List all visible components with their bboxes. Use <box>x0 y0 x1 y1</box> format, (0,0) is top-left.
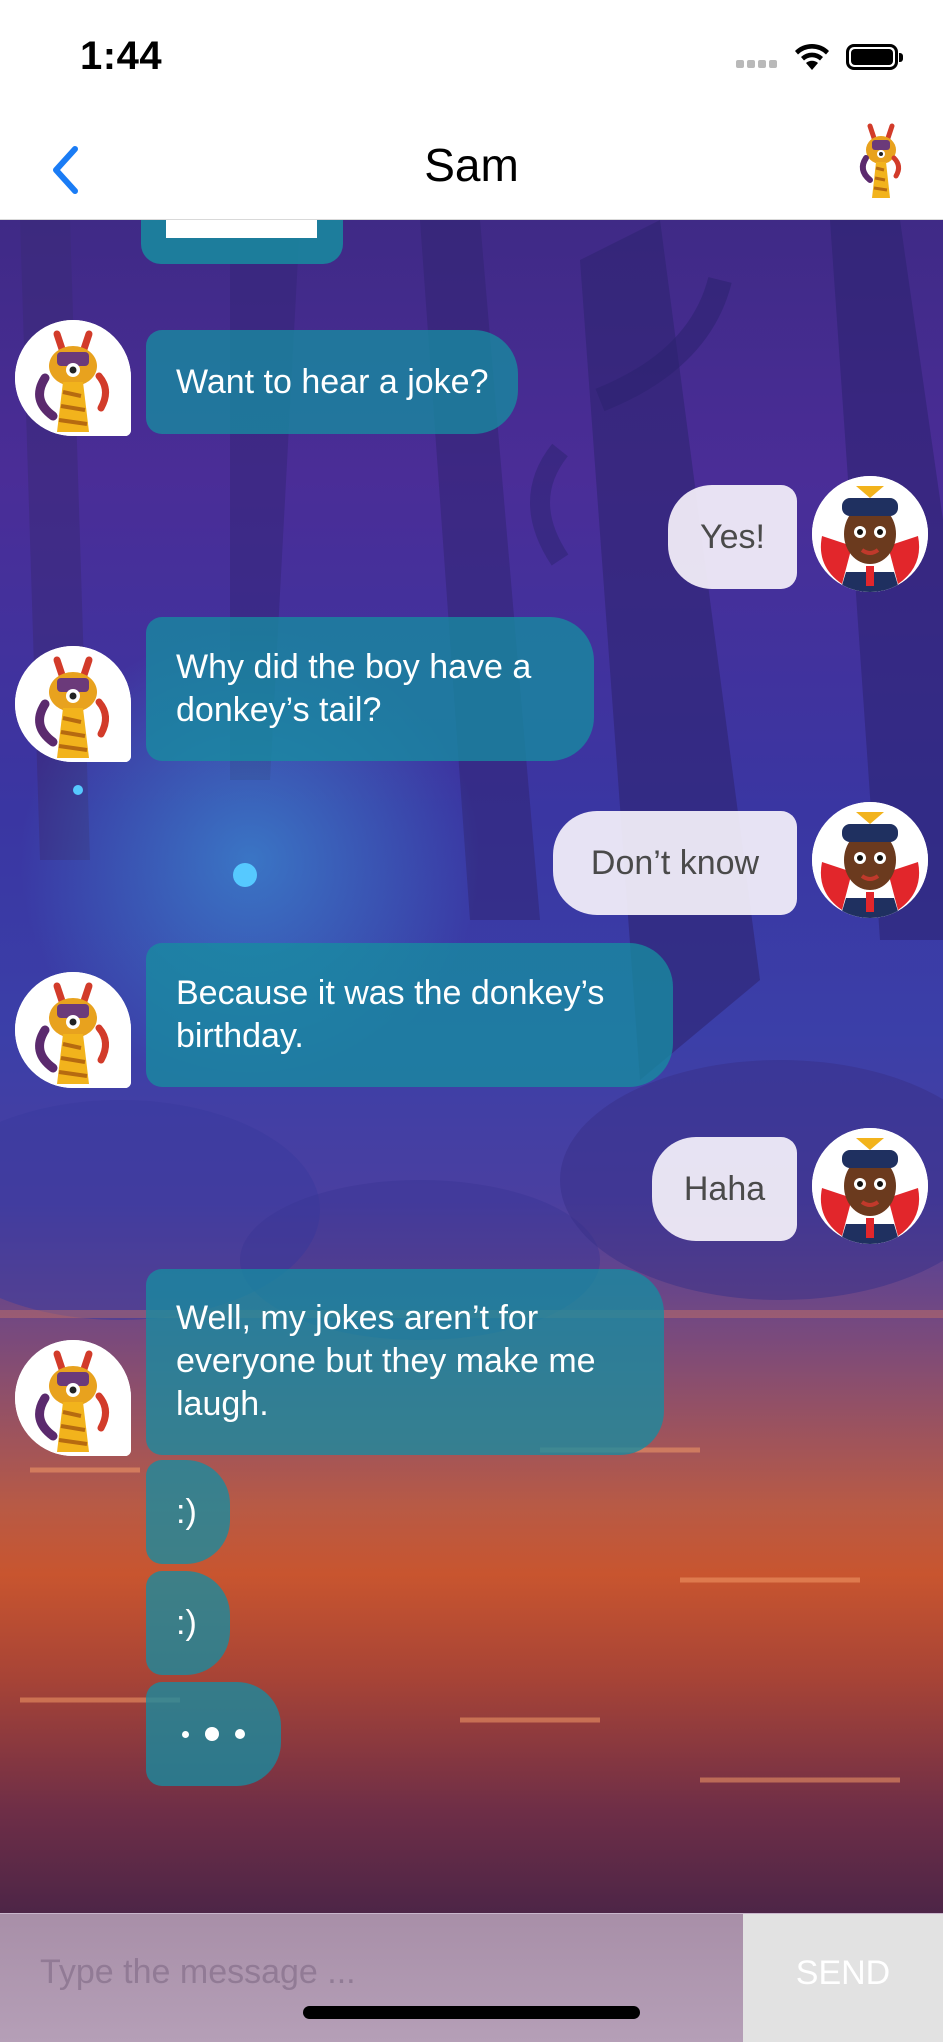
user-avatar[interactable] <box>812 802 928 918</box>
user-avatar[interactable] <box>812 1128 928 1244</box>
status-bar: 1:44 <box>0 0 943 110</box>
bot-message-bubble: Well, my jokes aren’t for everyone but t… <box>146 1269 664 1455</box>
pilot-avatar-icon <box>812 802 928 918</box>
typing-dot-icon <box>182 1730 189 1738</box>
chat-area[interactable]: Want to hear a joke? Yes! Why did the bo… <box>0 220 943 1913</box>
bot-message-bubble: :) <box>146 1571 230 1675</box>
message-input[interactable] <box>0 1914 743 2042</box>
typing-dot-icon <box>205 1727 219 1741</box>
pilot-avatar-icon <box>812 1128 928 1244</box>
user-message-bubble: Yes! <box>668 485 797 589</box>
home-indicator[interactable] <box>303 2006 640 2019</box>
bot-avatar[interactable] <box>15 320 131 436</box>
giraffe-avatar-icon <box>15 646 131 762</box>
image-message[interactable] <box>141 220 343 264</box>
bot-message-bubble: Want to hear a joke? <box>146 330 519 434</box>
battery-icon <box>846 44 903 70</box>
giraffe-avatar-icon <box>15 1340 131 1456</box>
wifi-icon <box>793 42 831 72</box>
contact-avatar-button[interactable] <box>850 118 912 200</box>
status-time: 1:44 <box>80 34 163 78</box>
bot-avatar[interactable] <box>15 972 131 1088</box>
user-avatar[interactable] <box>812 476 928 592</box>
giraffe-avatar-icon <box>15 972 131 1088</box>
bot-message-bubble: Why did the boy have a donkey’s tail? <box>146 617 594 761</box>
bot-avatar[interactable] <box>15 1340 131 1456</box>
message-composer: SEND <box>0 1913 943 2042</box>
typing-indicator <box>146 1682 281 1786</box>
navigation-bar: Sam <box>0 110 943 220</box>
giraffe-avatar-icon <box>15 320 131 436</box>
giraffe-avatar-icon <box>859 123 902 198</box>
bot-avatar[interactable] <box>15 646 131 762</box>
user-message-bubble: Haha <box>652 1137 797 1241</box>
send-button[interactable]: SEND <box>743 1914 943 2042</box>
bot-message-bubble: Because it was the donkey’s birthday. <box>146 943 673 1087</box>
user-message-bubble: Don’t know <box>553 811 797 915</box>
cellular-signal-icon <box>736 60 780 70</box>
page-title: Sam <box>424 139 519 191</box>
typing-dot-icon <box>235 1729 245 1739</box>
bot-message-bubble: :) <box>146 1460 230 1564</box>
pilot-avatar-icon <box>812 476 928 592</box>
